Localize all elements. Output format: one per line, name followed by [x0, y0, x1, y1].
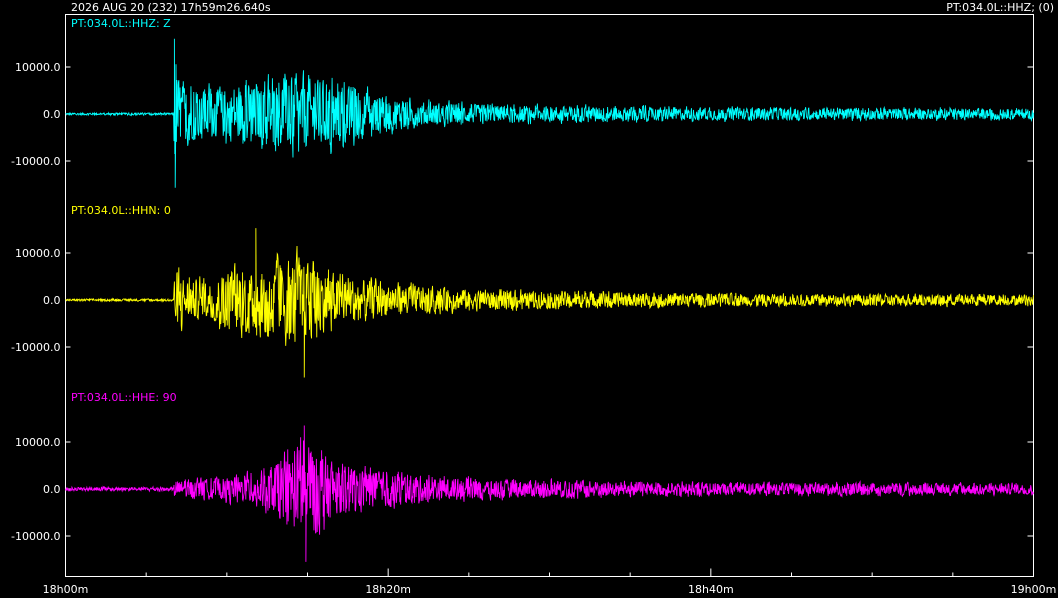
trace-2 [65, 425, 1034, 562]
y-tick-label: -10000.0 [11, 530, 60, 543]
trace-1 [65, 228, 1034, 378]
x-tick-label: 18h20m [365, 583, 411, 596]
x-tick-label: 19h00m [1011, 583, 1057, 596]
y-tick-label: -10000.0 [11, 155, 60, 168]
trace-0 [65, 38, 1034, 188]
x-tick-label: 18h40m [688, 583, 734, 596]
y-tick-label: 10000.0 [15, 247, 61, 260]
x-tick-label: 18h00m [43, 583, 89, 596]
y-tick-label: -10000.0 [11, 341, 60, 354]
y-tick-label: 10000.0 [15, 436, 61, 449]
y-tick-label: 0.0 [43, 483, 61, 496]
y-tick-label: 0.0 [43, 294, 61, 307]
y-tick-label: 10000.0 [15, 61, 61, 74]
y-tick-label: 0.0 [43, 108, 61, 121]
seismogram-chart: 10000.0 0.0 -10000.0 10000.0 0.0 -10000.0 1000… [11, 14, 1057, 596]
